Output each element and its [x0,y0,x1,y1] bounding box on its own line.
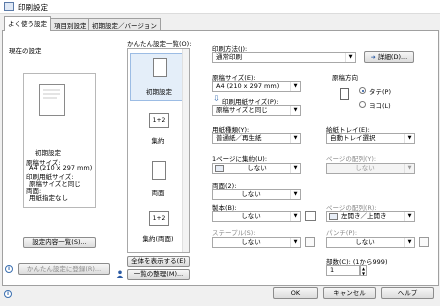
chevron-down-icon: ▼ [290,190,300,199]
landscape-label: ヨコ(L) [369,102,391,110]
quick-item-nup-duplex[interactable]: 1+2 集約(両面) [130,209,188,251]
chevron-down-icon: ▼ [290,212,300,221]
quick-item-duplex[interactable]: 両面 [130,159,188,205]
page-icon [153,58,167,77]
user-icon [116,270,124,278]
paper-type-value: 普通紙／再生紙 [216,134,262,142]
quick-item-label: 集約 [151,137,165,145]
punch-icon [419,237,429,247]
page-order-select[interactable]: しない ▼ [326,163,415,174]
paper-size-select[interactable]: A4 (210 x 297 mm) ▼ [212,81,301,92]
punch-value: しない [355,238,375,246]
orientation-label: 原稿方向 [332,74,358,82]
settings-list-button[interactable]: 設定内容一覧(S)... [23,237,96,248]
output-size-select[interactable]: 原稿サイズと同じ ▼ [212,105,301,116]
duplex-icon [152,161,166,180]
show-all-button[interactable]: 全体を表示する(E) [127,256,190,267]
tab-frequent-settings[interactable]: よく使う設定 [4,16,51,31]
chevron-down-icon: ▼ [290,238,300,247]
book-icon [305,211,316,221]
quick-item-default[interactable]: 初期設定 [130,53,188,101]
details-button[interactable]: ➜ 詳細(D)... [364,51,414,63]
quick-item-label: 初期設定 [146,88,172,96]
register-quick-setting-button[interactable]: かんたん設定に登録(R)... [18,263,110,275]
landscape-radio[interactable] [359,101,366,108]
page-layout-icon [329,213,338,220]
print-method-value: 通常印刷 [216,53,242,61]
quick-list-scrollbar[interactable] [182,49,189,252]
printer-app-icon [4,2,14,11]
summary-line: 用紙指定なし [29,194,68,202]
two-up-duplex-icon: 1+2 [149,211,169,226]
portrait-radio[interactable] [359,87,366,94]
two-up-icon: 1+2 [149,113,169,128]
paper-size-value: A4 (210 x 297 mm) [216,82,280,90]
nup-label: 1ページに集約(U): [212,155,268,163]
print-method-select[interactable]: 通常印刷 ▼ [212,52,356,63]
chevron-down-icon: ▼ [404,212,414,221]
quick-item-label: 両面 [151,189,165,197]
arrow-down-icon: ⇩ [213,94,220,103]
paper-type-select[interactable]: 普通紙／再生紙 ▼ [212,133,301,144]
binding-select[interactable]: しない ▼ [212,211,301,222]
tab-defaults-version[interactable]: 初期設定／バージョン [88,18,161,30]
preset-name: 初期設定 [35,149,61,157]
page-icon [215,165,224,172]
window-title: 印刷設定 [18,3,48,12]
arrow-right-icon: ➜ [370,54,376,61]
nup-value: しない [247,164,267,172]
staple-label: ステープル(S): [212,229,256,237]
chevron-down-icon: ▼ [404,164,414,173]
copies-spinner[interactable]: ▲ ▼ [360,265,367,276]
page-layout-select[interactable]: 左開き／上開き ▼ [326,211,415,222]
chevron-down-icon: ▼ [290,134,300,143]
paper-tray-select[interactable]: 自動トレイ選択 ▼ [326,133,415,144]
portrait-label: タテ(P) [369,88,391,96]
duplex-select[interactable]: しない ▼ [212,189,301,200]
staple-select[interactable]: しない ▼ [212,237,301,248]
organize-list-button[interactable]: 一覧の整理(M)... [127,269,190,280]
help-button[interactable]: ヘルプ [381,287,434,299]
cancel-button[interactable]: キャンセル [323,287,376,299]
chevron-down-icon: ▼ [290,82,300,91]
copies-input[interactable]: 1 [326,265,360,276]
page-layout-value: 左開き／上開き [341,212,387,220]
page-order-value: しない [355,164,375,172]
tab-detailed-settings[interactable]: 項目別設定 [50,18,91,30]
quick-settings-list[interactable]: 初期設定 1+2 集約 両面 1+2 集約(両面) [127,48,190,253]
chevron-down-icon: ▼ [290,164,300,173]
page-preview-icon [39,84,65,116]
paper-tray-value: 自動トレイ選択 [330,134,376,142]
staple-value: しない [241,238,261,246]
nup-select[interactable]: しない ▼ [212,163,301,174]
info-icon: i [5,265,13,273]
chevron-down-icon: ▼ [345,53,355,62]
punch-select[interactable]: しない ▼ [326,237,415,248]
quick-item-nup[interactable]: 1+2 集約 [130,111,188,155]
punch-label: パンチ(P): [326,229,358,237]
chevron-down-icon: ▼ [404,134,414,143]
quick-settings-label: かんたん設定一覧(O): [127,40,192,48]
quick-item-label: 集約(両面) [142,235,174,243]
staple-icon [305,237,315,247]
portrait-page-icon [340,88,349,100]
duplex-value: しない [241,190,261,198]
info-icon: i [4,290,12,298]
ok-button[interactable]: OK [273,287,318,299]
current-settings-label: 現在の設定 [9,47,42,55]
details-button-label: 詳細(D)... [377,53,408,61]
chevron-down-icon: ▼ [290,106,300,115]
output-size-value: 原稿サイズと同じ [216,106,268,114]
title-bar: 印刷設定 [0,0,440,14]
page-order-label: ページの配列(Y): [326,155,377,163]
chevron-down-icon: ▼ [404,238,414,247]
binding-value: しない [241,212,261,220]
